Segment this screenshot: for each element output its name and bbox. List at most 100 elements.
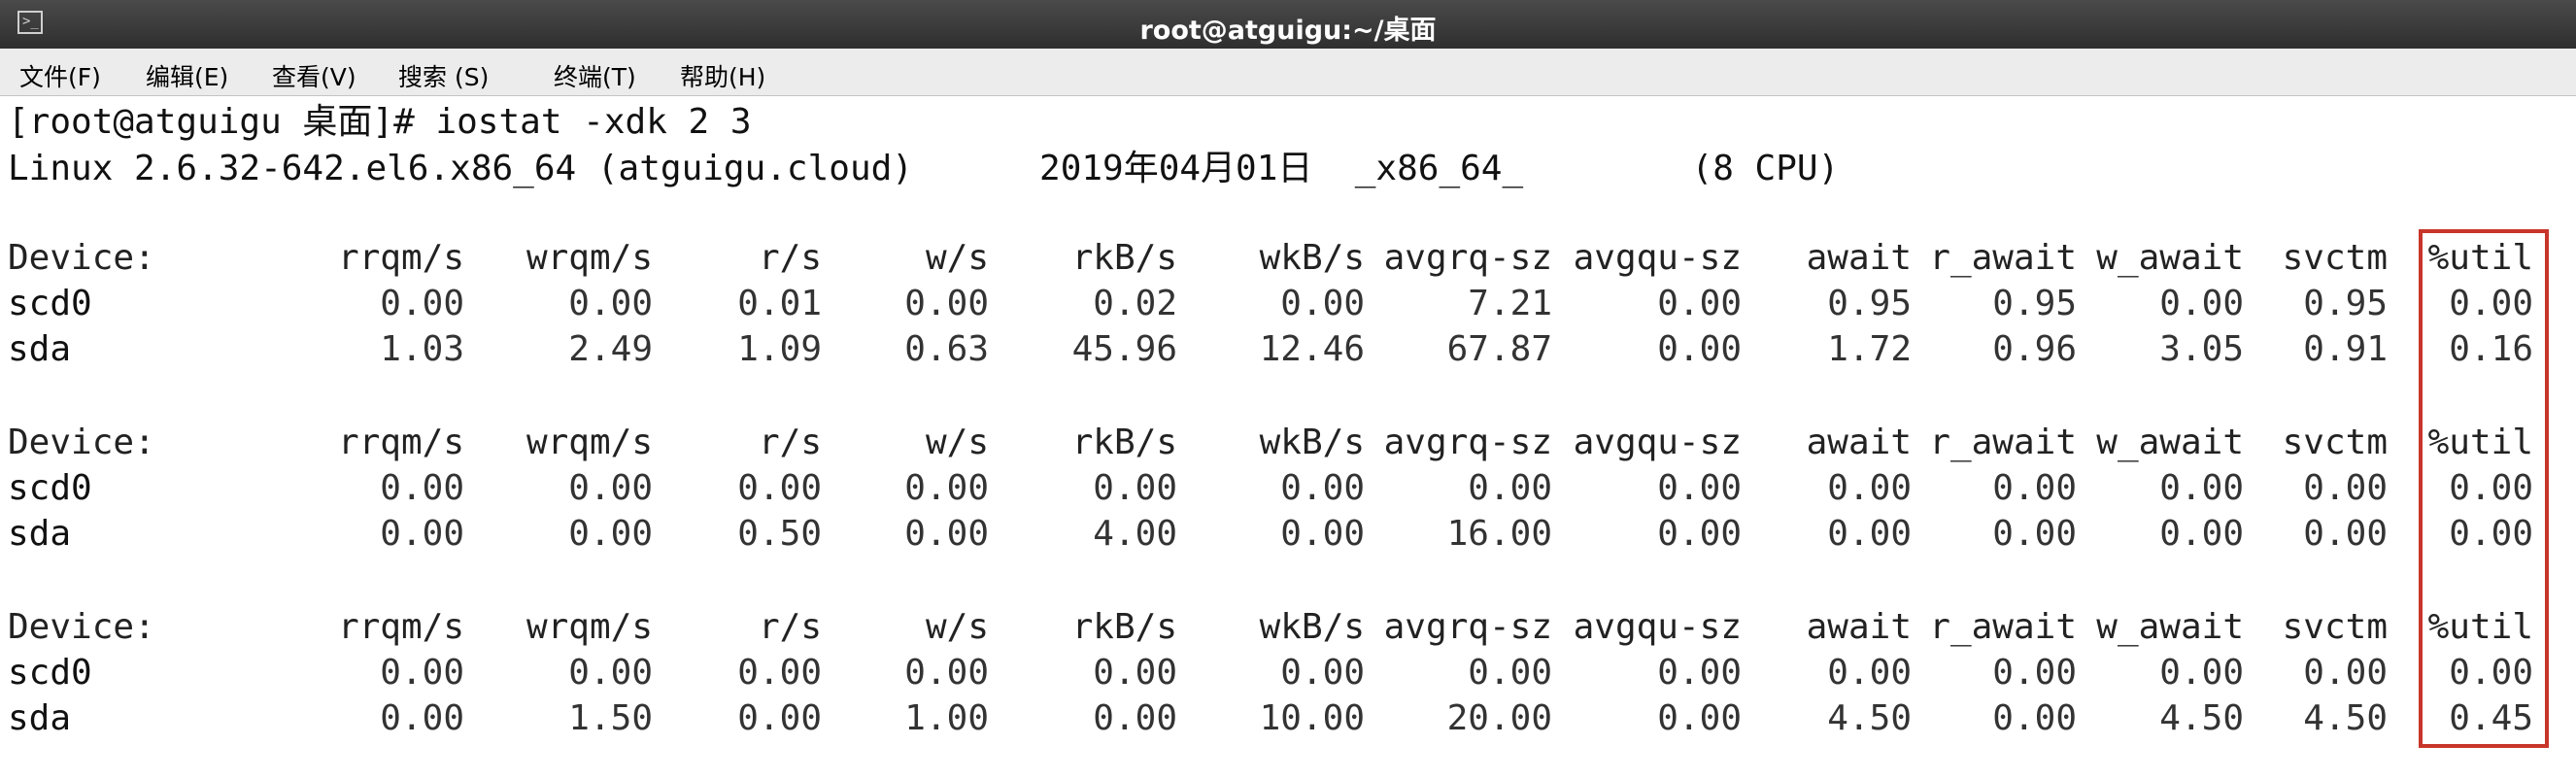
metric-rkb: 0.02 [1093,284,1177,323]
title-bar: >_ root@atguigu:~/桌面 [0,0,2576,50]
metric-avgrq-sz: 67.87 [1446,329,1552,369]
header-r-await: r_await [1929,238,2077,278]
header-wkb: wkB/s [1259,238,1365,278]
metric-rkb: 0.00 [1093,698,1177,738]
header-device: Device: [8,238,155,278]
metric-avgqu-sz: 0.00 [1657,329,1742,369]
metric-wkb: 10.00 [1259,698,1365,738]
metric-w-await: 0.00 [2159,468,2244,508]
header-avgqu-sz: avgqu-sz [1573,238,1742,278]
metric-w: 0.63 [904,329,989,369]
header-device: Device: [8,423,155,462]
device-name: scd0 [8,284,92,323]
device-name: scd0 [8,468,92,508]
menu-search[interactable]: 搜索 (S) [398,58,489,93]
metric-r: 0.00 [737,468,822,508]
metric-svctm: 0.91 [2303,329,2388,369]
device-row: sda 1.03 2.49 1.09 0.63 45.96 12.46 67.87 0.00 1.… [0,328,2576,371]
metric-avgrq-sz: 0.00 [1468,653,1552,693]
metric-r-await: 0.00 [1992,514,2077,554]
metric-rkb: 0.00 [1093,653,1177,693]
metric-avgrq-sz: 16.00 [1446,514,1552,554]
header-wkb: wkB/s [1259,607,1365,647]
metric-wkb: 0.00 [1280,284,1365,323]
header-avgqu-sz: avgqu-sz [1573,423,1742,462]
metric-wrqm: 0.00 [568,653,653,693]
menu-file[interactable]: 文件(F) [19,58,101,93]
metric-w-await: 0.00 [2159,653,2244,693]
device-row: scd0 0.00 0.00 0.00 0.00 0.00 0.00 0.00 0.00 0.00… [0,652,2576,694]
iostat-header-row: Device: rrqm/s wrqm/s r/s w/s rkB/s wkB/s avgrq… [0,422,2576,464]
metric-svctm: 4.50 [2303,698,2388,738]
header-wkb: wkB/s [1259,423,1365,462]
metric-svctm: 0.00 [2303,514,2388,554]
metric-w: 0.00 [904,284,989,323]
metric-rrqm: 0.00 [380,468,464,508]
header-svctm: svctm [2282,607,2388,647]
metric-wrqm: 0.00 [568,514,653,554]
metric-await: 4.50 [1827,698,1912,738]
metric-rrqm: 0.00 [380,284,464,323]
header-wrqm: wrqm/s [525,607,653,647]
menu-terminal[interactable]: 终端(T) [554,58,636,93]
metric-r-await: 0.00 [1992,653,2077,693]
metric-wrqm: 2.49 [568,329,653,369]
menu-bar: 文件(F) 编辑(E) 查看(V) 搜索 (S) 终端(T) 帮助(H) [0,49,2576,96]
menu-help[interactable]: 帮助(H) [680,58,765,93]
header-rrqm: rrqm/s [337,607,464,647]
metric-w: 0.00 [904,514,989,554]
metric-rrqm: 0.00 [380,698,464,738]
metric-wrqm: 1.50 [568,698,653,738]
metric-rrqm: 1.03 [380,329,464,369]
header-r: r/s [758,607,822,647]
header-rrqm: rrqm/s [337,238,464,278]
header-w: w/s [925,423,989,462]
header-rkb: rkB/s [1071,607,1177,647]
header-avgqu-sz: avgqu-sz [1573,607,1742,647]
device-row: scd0 0.00 0.00 0.01 0.00 0.02 0.00 7.21 0.00 0.95… [0,283,2576,325]
metric-w-await: 4.50 [2159,698,2244,738]
header-r-await: r_await [1929,423,2077,462]
metric-avgqu-sz: 0.00 [1657,468,1742,508]
device-name: sda [8,514,72,554]
menu-view[interactable]: 查看(V) [272,58,356,93]
header-wrqm: wrqm/s [525,238,653,278]
header-rkb: rkB/s [1071,423,1177,462]
metric-await: 0.00 [1827,514,1912,554]
util-column-highlight [2419,229,2549,748]
device-row: sda 0.00 0.00 0.50 0.00 4.00 0.00 16.00 0.00 0.00… [0,513,2576,556]
metric-rkb: 0.00 [1093,468,1177,508]
header-device: Device: [8,607,155,647]
metric-rrqm: 0.00 [380,514,464,554]
sysinfo-line: Linux 2.6.32-642.el6.x86_64 (atguigu.clo… [8,149,1840,188]
terminal-output[interactable]: [root@atguigu 桌面]# iostat -xdk 2 3 Linux… [0,97,2576,779]
metric-avgqu-sz: 0.00 [1657,284,1742,323]
metric-w-await: 0.00 [2159,514,2244,554]
header-avgrq-sz: avgrq-sz [1383,238,1552,278]
metric-rkb: 45.96 [1071,329,1177,369]
metric-r: 0.01 [737,284,822,323]
metric-r-await: 0.96 [1992,329,2077,369]
header-svctm: svctm [2282,238,2388,278]
metric-w: 0.00 [904,468,989,508]
metric-rrqm: 0.00 [380,653,464,693]
metric-r: 0.00 [737,698,822,738]
metric-r-await: 0.95 [1992,284,2077,323]
metric-r-await: 0.00 [1992,468,2077,508]
metric-wkb: 0.00 [1280,514,1365,554]
prompt-line: [root@atguigu 桌面]# iostat -xdk 2 3 [8,102,752,142]
header-avgrq-sz: avgrq-sz [1383,423,1552,462]
menu-edit[interactable]: 编辑(E) [146,58,228,93]
header-r-await: r_await [1929,607,2077,647]
device-name: sda [8,329,72,369]
metric-await: 1.72 [1827,329,1912,369]
metric-avgqu-sz: 0.00 [1657,698,1742,738]
metric-wrqm: 0.00 [568,284,653,323]
metric-await: 0.00 [1827,468,1912,508]
window-title: root@atguigu:~/桌面 [1139,16,1437,46]
metric-rkb: 4.00 [1093,514,1177,554]
device-row: scd0 0.00 0.00 0.00 0.00 0.00 0.00 0.00 0.00 0.00… [0,467,2576,510]
header-wrqm: wrqm/s [525,423,653,462]
metric-wkb: 0.00 [1280,653,1365,693]
header-rkb: rkB/s [1071,238,1177,278]
